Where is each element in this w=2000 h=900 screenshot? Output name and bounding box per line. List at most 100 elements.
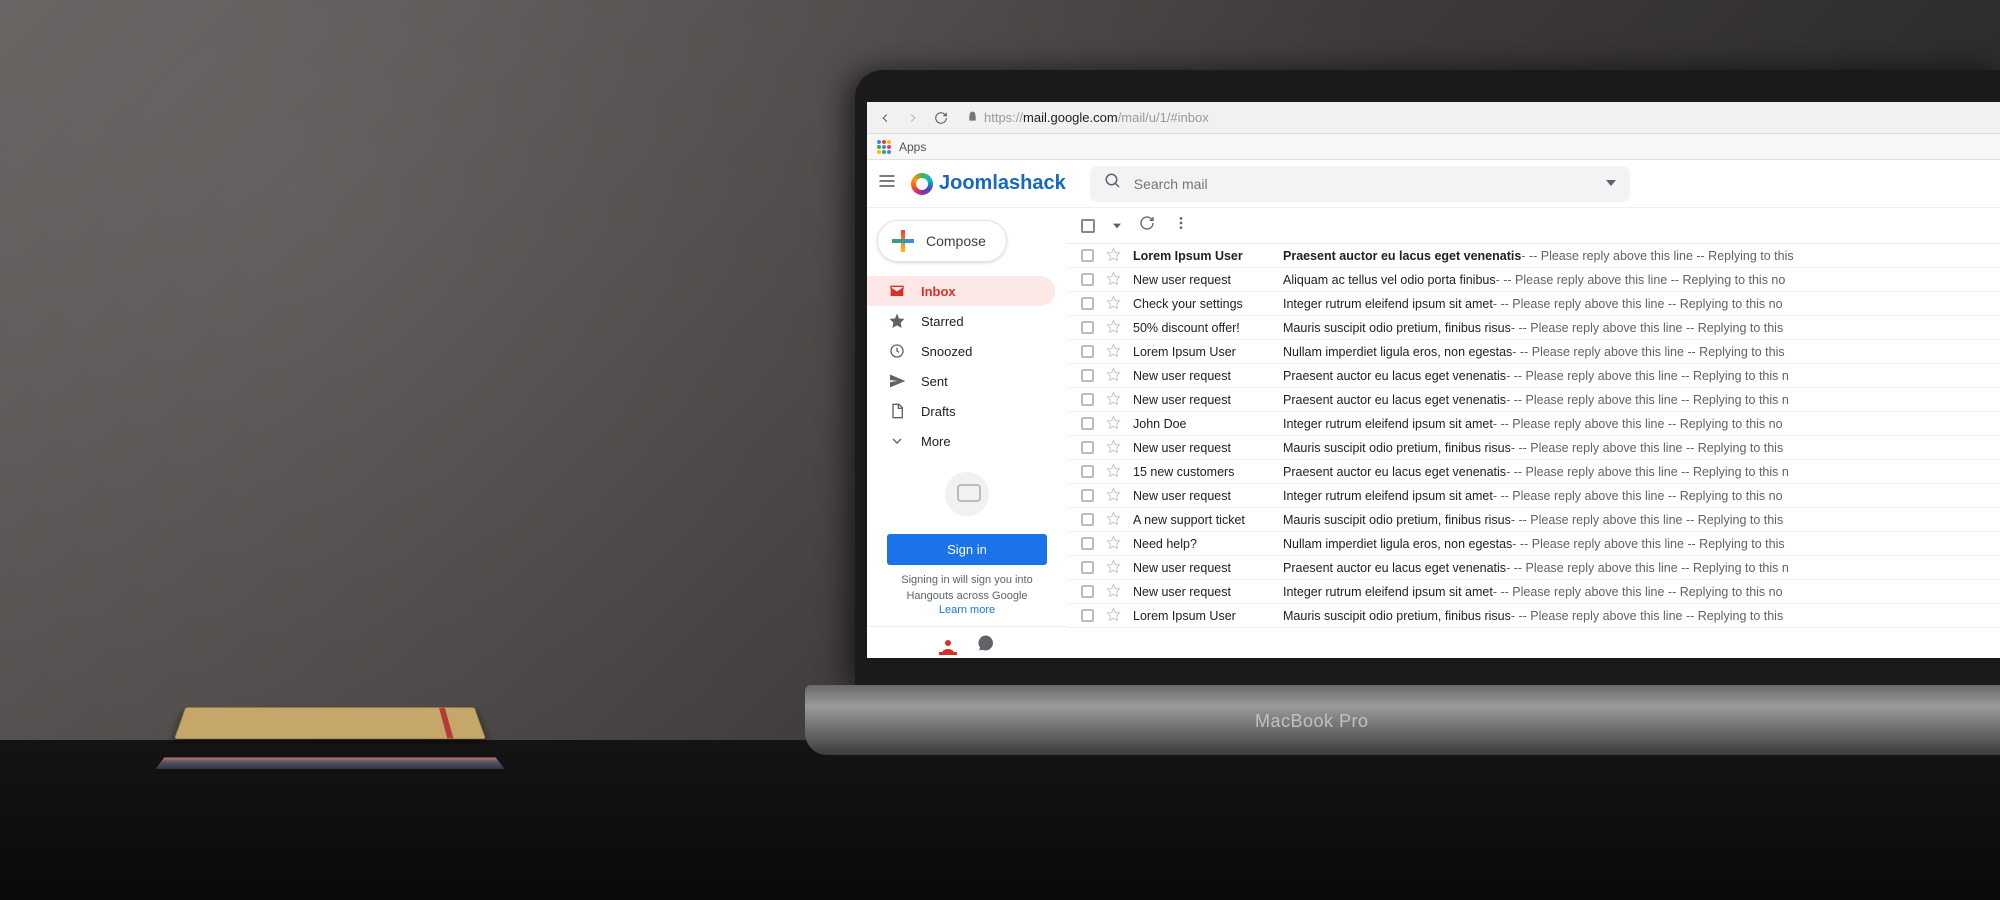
row-checkbox[interactable]: [1081, 393, 1094, 406]
sender: New user request: [1133, 441, 1283, 455]
star-icon[interactable]: [1106, 247, 1121, 265]
sender: Check your settings: [1133, 297, 1283, 311]
sidebar-item-label: Starred: [921, 314, 964, 329]
refresh-button[interactable]: [1139, 215, 1155, 236]
row-checkbox[interactable]: [1081, 609, 1094, 622]
laptop-screen: https://mail.google.com/mail/u/1/#inbox …: [855, 70, 2000, 690]
compose-button[interactable]: Compose: [877, 220, 1007, 262]
hangouts-chat-icon[interactable]: [977, 634, 995, 652]
address-bar[interactable]: https://mail.google.com/mail/u/1/#inbox: [961, 110, 1990, 125]
sidebar-item-label: Sent: [921, 374, 948, 389]
star-icon[interactable]: [1106, 559, 1121, 577]
subject: Aliquam ac tellus vel odio porta finibus: [1283, 273, 1496, 287]
sidebar-item-snoozed[interactable]: Snoozed: [867, 336, 1055, 366]
star-icon[interactable]: [1106, 415, 1121, 433]
row-checkbox[interactable]: [1081, 561, 1094, 574]
row-checkbox[interactable]: [1081, 297, 1094, 310]
star-icon[interactable]: [1106, 439, 1121, 457]
signin-button[interactable]: Sign in: [887, 534, 1047, 565]
main-menu-button[interactable]: [877, 171, 897, 196]
message-row[interactable]: Lorem Ipsum UserNullam imperdiet ligula …: [1067, 340, 2000, 364]
back-button[interactable]: [877, 110, 893, 126]
row-checkbox[interactable]: [1081, 369, 1094, 382]
snippet: - -- Please reply above this line -- Rep…: [1506, 465, 1789, 479]
row-checkbox[interactable]: [1081, 489, 1094, 502]
row-checkbox[interactable]: [1081, 321, 1094, 334]
search-input[interactable]: [1134, 176, 1594, 192]
snippet: - -- Please reply above this line -- Rep…: [1511, 321, 1783, 335]
row-checkbox[interactable]: [1081, 537, 1094, 550]
sidebar-item-starred[interactable]: Starred: [867, 306, 1055, 336]
row-checkbox[interactable]: [1081, 345, 1094, 358]
snippet: - -- Please reply above this line -- Rep…: [1506, 393, 1789, 407]
message-row[interactable]: Lorem Ipsum UserPraesent auctor eu lacus…: [1067, 244, 2000, 268]
subject: Mauris suscipit odio pretium, finibus ri…: [1283, 441, 1511, 455]
star-icon[interactable]: [1106, 295, 1121, 313]
star-icon[interactable]: [1106, 271, 1121, 289]
sidebar-item-sent[interactable]: Sent: [867, 366, 1055, 396]
star-icon[interactable]: [1106, 391, 1121, 409]
subject: Praesent auctor eu lacus eget venenatis: [1283, 465, 1506, 479]
message-row[interactable]: New user requestPraesent auctor eu lacus…: [1067, 556, 2000, 580]
snippet: - -- Please reply above this line -- Rep…: [1511, 609, 1783, 623]
message-row[interactable]: John DoeInteger rutrum eleifend ipsum si…: [1067, 412, 2000, 436]
message-row[interactable]: New user requestPraesent auctor eu lacus…: [1067, 388, 2000, 412]
message-row[interactable]: Need help?Nullam imperdiet ligula eros, …: [1067, 532, 2000, 556]
sidebar-item-drafts[interactable]: Drafts: [867, 396, 1055, 426]
search-options-caret[interactable]: [1606, 175, 1616, 193]
row-checkbox[interactable]: [1081, 273, 1094, 286]
message-row[interactable]: New user requestMauris suscipit odio pre…: [1067, 436, 2000, 460]
brand-icon: [911, 173, 933, 195]
star-icon[interactable]: [1106, 463, 1121, 481]
message-row[interactable]: Check your settingsInteger rutrum eleife…: [1067, 292, 2000, 316]
browser-nav-bar: https://mail.google.com/mail/u/1/#inbox: [867, 102, 2000, 134]
message-row[interactable]: New user requestAliquam ac tellus vel od…: [1067, 268, 2000, 292]
select-all-checkbox[interactable]: [1081, 219, 1095, 233]
star-icon[interactable]: [1106, 607, 1121, 625]
row-checkbox[interactable]: [1081, 417, 1094, 430]
laptop-model-label: MacBook Pro: [1255, 711, 1369, 732]
star-icon[interactable]: [1106, 319, 1121, 337]
sender: Lorem Ipsum User: [1133, 345, 1283, 359]
more-button[interactable]: [1173, 215, 1189, 236]
snippet: - -- Please reply above this line -- Rep…: [1493, 297, 1783, 311]
snippet: - -- Please reply above this line -- Rep…: [1496, 273, 1786, 287]
learn-more-link[interactable]: Learn more: [879, 604, 1055, 616]
row-checkbox[interactable]: [1081, 513, 1094, 526]
star-icon[interactable]: [1106, 367, 1121, 385]
sender: John Doe: [1133, 417, 1283, 431]
forward-button[interactable]: [905, 110, 921, 126]
row-checkbox[interactable]: [1081, 585, 1094, 598]
star-icon[interactable]: [1106, 487, 1121, 505]
message-row[interactable]: Lorem Ipsum UserMauris suscipit odio pre…: [1067, 604, 2000, 628]
subject: Mauris suscipit odio pretium, finibus ri…: [1283, 609, 1511, 623]
sent-icon: [889, 373, 905, 389]
sidebar-item-more[interactable]: More: [867, 426, 1055, 456]
row-checkbox[interactable]: [1081, 441, 1094, 454]
subject: Praesent auctor eu lacus eget venenatis: [1283, 369, 1506, 383]
star-icon[interactable]: [1106, 535, 1121, 553]
select-menu-caret[interactable]: [1113, 217, 1121, 235]
brand-logo[interactable]: Joomlashack: [911, 172, 1066, 195]
snippet: - -- Please reply above this line -- Rep…: [1521, 249, 1793, 263]
compose-label: Compose: [926, 233, 986, 249]
message-row[interactable]: New user requestInteger rutrum eleifend …: [1067, 484, 2000, 508]
message-row[interactable]: New user requestPraesent auctor eu lacus…: [1067, 364, 2000, 388]
sender: New user request: [1133, 273, 1283, 287]
message-row[interactable]: A new support ticketMauris suscipit odio…: [1067, 508, 2000, 532]
hangouts-contacts-icon[interactable]: [939, 637, 957, 655]
star-icon[interactable]: [1106, 583, 1121, 601]
search-box[interactable]: [1090, 166, 1630, 202]
apps-icon[interactable]: [877, 140, 891, 154]
row-checkbox[interactable]: [1081, 249, 1094, 262]
message-row[interactable]: 15 new customersPraesent auctor eu lacus…: [1067, 460, 2000, 484]
message-row[interactable]: 50% discount offer!Mauris suscipit odio …: [1067, 316, 2000, 340]
star-icon[interactable]: [1106, 343, 1121, 361]
sidebar-item-inbox[interactable]: Inbox: [867, 276, 1055, 306]
reload-button[interactable]: [933, 110, 949, 126]
row-checkbox[interactable]: [1081, 465, 1094, 478]
sender: New user request: [1133, 489, 1283, 503]
apps-label[interactable]: Apps: [899, 140, 926, 154]
star-icon[interactable]: [1106, 511, 1121, 529]
message-row[interactable]: New user requestInteger rutrum eleifend …: [1067, 580, 2000, 604]
